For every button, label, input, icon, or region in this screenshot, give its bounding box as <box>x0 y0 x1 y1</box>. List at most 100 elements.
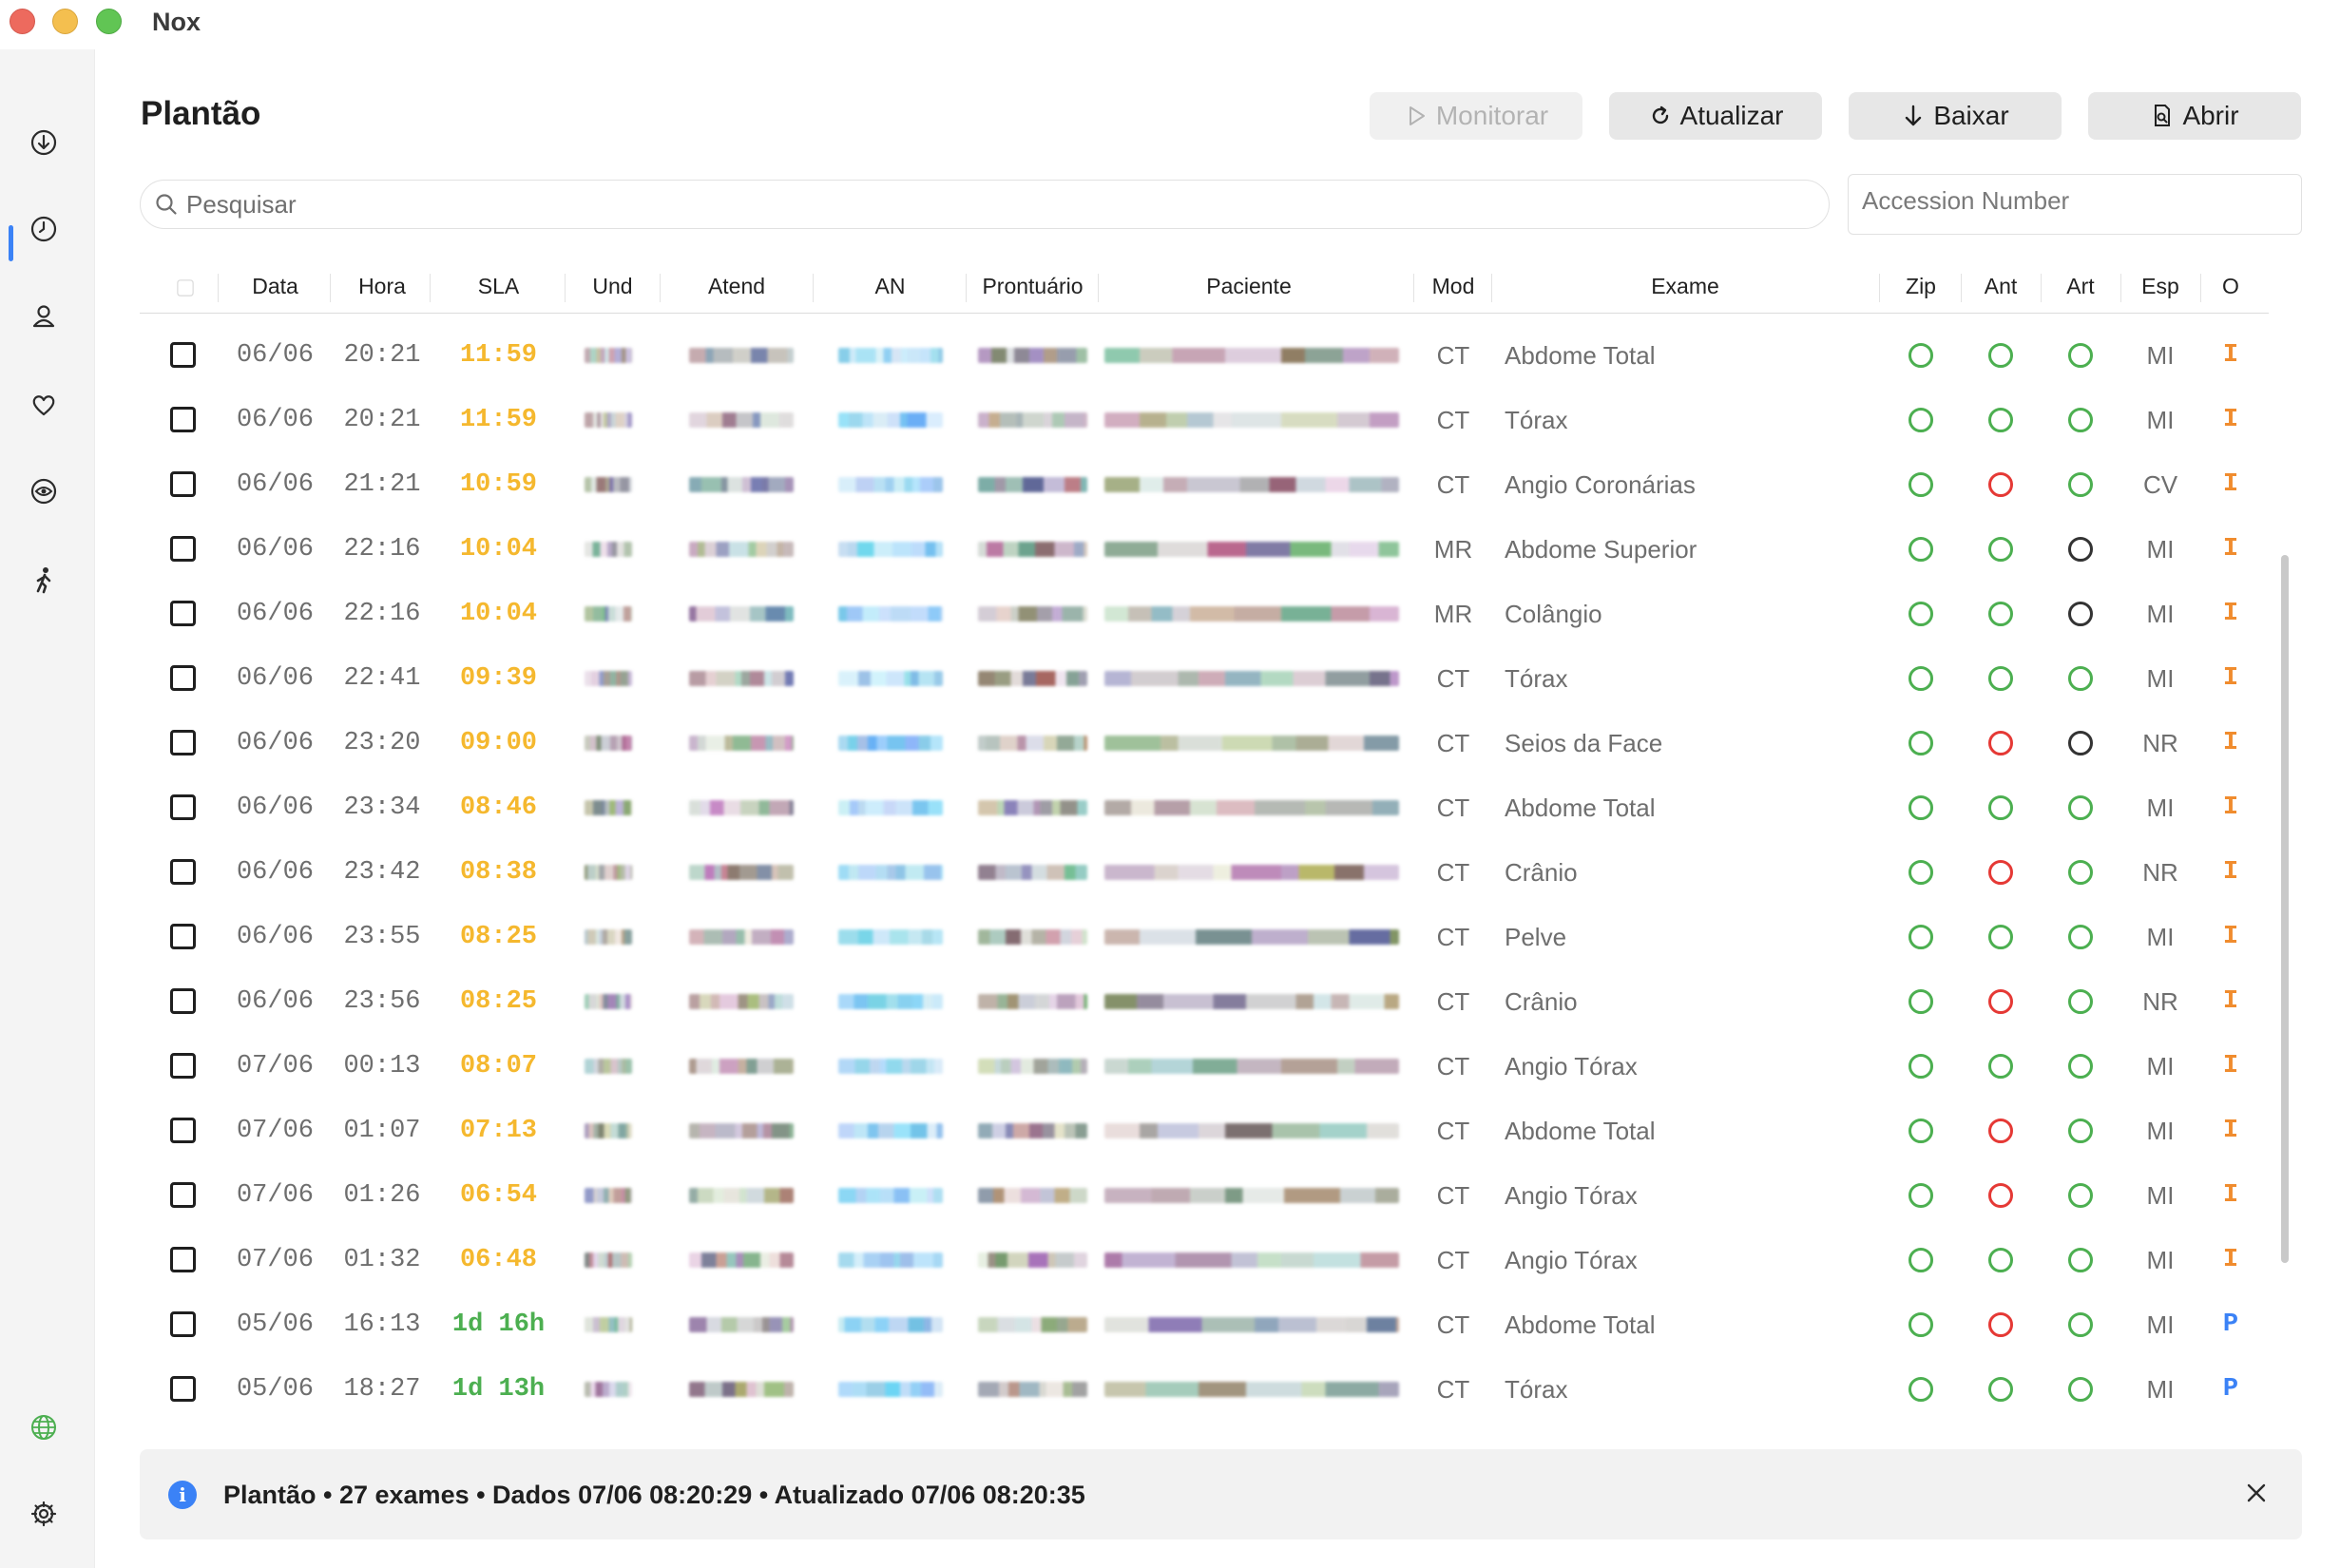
art-status-icon[interactable] <box>2068 1312 2093 1337</box>
previous-exams-status-icon[interactable] <box>1988 860 2013 885</box>
zip-status-icon[interactable] <box>1908 989 1933 1014</box>
previous-exams-status-icon[interactable] <box>1988 925 2013 949</box>
art-status-icon[interactable] <box>2068 1377 2093 1402</box>
walking-icon[interactable] <box>27 563 61 597</box>
close-window-button[interactable] <box>10 9 35 34</box>
row-checkbox[interactable] <box>170 988 196 1014</box>
previous-exams-status-icon[interactable] <box>1988 1119 2013 1143</box>
previous-exams-status-icon[interactable] <box>1988 666 2013 691</box>
previous-exams-status-icon[interactable] <box>1988 408 2013 432</box>
table-row[interactable]: 06/06 22:16 10:04 MR Abdome Superior MI I <box>140 517 2269 582</box>
table-row[interactable]: 06/06 23:20 09:00 CT Seios da Face NR I <box>140 711 2269 775</box>
row-checkbox[interactable] <box>170 471 196 497</box>
previous-exams-status-icon[interactable] <box>1988 1312 2013 1337</box>
previous-exams-status-icon[interactable] <box>1988 731 2013 755</box>
zip-status-icon[interactable] <box>1908 1377 1933 1402</box>
column-header-esp[interactable]: Esp <box>2122 274 2198 299</box>
art-status-icon[interactable] <box>2068 860 2093 885</box>
row-checkbox[interactable] <box>170 407 196 432</box>
row-checkbox[interactable] <box>170 924 196 949</box>
row-checkbox[interactable] <box>170 342 196 368</box>
zip-status-icon[interactable] <box>1908 343 1933 368</box>
row-checkbox[interactable] <box>170 859 196 885</box>
column-header-an[interactable]: AN <box>816 274 964 299</box>
row-checkbox[interactable] <box>170 1118 196 1143</box>
art-status-icon[interactable] <box>2068 537 2093 562</box>
table-row[interactable]: 06/06 23:34 08:46 CT Abdome Total MI I <box>140 775 2269 840</box>
art-status-icon[interactable] <box>2068 602 2093 626</box>
row-checkbox[interactable] <box>170 730 196 755</box>
table-row[interactable]: 06/06 20:21 11:59 CT Tórax MI I <box>140 388 2269 452</box>
column-header-paciente[interactable]: Paciente <box>1102 274 1396 299</box>
column-header-origin[interactable]: O <box>2202 274 2259 299</box>
column-header-atend[interactable]: Atend <box>662 274 811 299</box>
column-header-hora[interactable]: Hora <box>335 274 430 299</box>
table-row[interactable]: 06/06 20:21 11:59 CT Abdome Total MI I <box>140 323 2269 388</box>
table-row[interactable]: 06/06 21:21 10:59 CT Angio Coronárias CV I <box>140 452 2269 517</box>
row-checkbox[interactable] <box>170 665 196 691</box>
table-row[interactable]: 07/06 01:07 07:13 CT Abdome Total MI I <box>140 1099 2269 1163</box>
previous-exams-status-icon[interactable] <box>1988 537 2013 562</box>
minimize-window-button[interactable] <box>52 9 78 34</box>
column-header-sla[interactable]: SLA <box>434 274 563 299</box>
open-button[interactable]: Abrir <box>2088 92 2301 140</box>
zip-status-icon[interactable] <box>1908 731 1933 755</box>
heart-icon[interactable] <box>27 388 61 422</box>
zip-status-icon[interactable] <box>1908 795 1933 820</box>
row-checkbox[interactable] <box>170 1247 196 1272</box>
column-header-prontuario[interactable]: Prontuário <box>969 274 1097 299</box>
table-row[interactable]: 06/06 23:55 08:25 CT Pelve MI I <box>140 905 2269 969</box>
table-row[interactable]: 07/06 01:32 06:48 CT Angio Tórax MI I <box>140 1228 2269 1292</box>
column-header-exame[interactable]: Exame <box>1495 274 1875 299</box>
monitor-button[interactable]: Monitorar <box>1370 92 1582 140</box>
table-row[interactable]: 06/06 23:42 08:38 CT Crânio NR I <box>140 840 2269 905</box>
row-checkbox[interactable] <box>170 1311 196 1337</box>
gear-icon[interactable] <box>27 1497 61 1531</box>
download-icon[interactable] <box>27 125 61 160</box>
art-status-icon[interactable] <box>2068 1119 2093 1143</box>
art-status-icon[interactable] <box>2068 989 2093 1014</box>
row-checkbox[interactable] <box>170 794 196 820</box>
search-field[interactable] <box>140 180 1830 229</box>
row-checkbox[interactable] <box>170 1182 196 1208</box>
previous-exams-status-icon[interactable] <box>1988 602 2013 626</box>
zip-status-icon[interactable] <box>1908 1183 1933 1208</box>
download-button[interactable]: Baixar <box>1849 92 2062 140</box>
zip-status-icon[interactable] <box>1908 408 1933 432</box>
row-checkbox[interactable] <box>170 1053 196 1079</box>
user-icon[interactable] <box>27 299 61 334</box>
previous-exams-status-icon[interactable] <box>1988 472 2013 497</box>
art-status-icon[interactable] <box>2068 1054 2093 1079</box>
zip-status-icon[interactable] <box>1908 1054 1933 1079</box>
search-input[interactable] <box>186 189 1802 220</box>
table-row[interactable]: 07/06 00:13 08:07 CT Angio Tórax MI I <box>140 1034 2269 1099</box>
table-row[interactable]: 06/06 23:56 08:25 CT Crânio NR I <box>140 969 2269 1034</box>
column-header-mod[interactable]: Mod <box>1417 274 1489 299</box>
zip-status-icon[interactable] <box>1908 1312 1933 1337</box>
art-status-icon[interactable] <box>2068 731 2093 755</box>
table-row[interactable]: 05/06 16:13 1d 16h CT Abdome Total MI P <box>140 1292 2269 1357</box>
row-checkbox[interactable] <box>170 1376 196 1402</box>
zip-status-icon[interactable] <box>1908 602 1933 626</box>
art-status-icon[interactable] <box>2068 666 2093 691</box>
eye-icon[interactable] <box>27 474 61 508</box>
column-header-data[interactable]: Data <box>225 274 325 299</box>
row-checkbox[interactable] <box>170 601 196 626</box>
art-status-icon[interactable] <box>2068 472 2093 497</box>
zip-status-icon[interactable] <box>1908 472 1933 497</box>
previous-exams-status-icon[interactable] <box>1988 343 2013 368</box>
art-status-icon[interactable] <box>2068 1248 2093 1272</box>
zip-status-icon[interactable] <box>1908 1248 1933 1272</box>
art-status-icon[interactable] <box>2068 343 2093 368</box>
column-header-zip[interactable]: Zip <box>1883 274 1959 299</box>
table-row[interactable]: 05/06 18:27 1d 13h CT Tórax MI P <box>140 1357 2269 1406</box>
select-all-header[interactable]: ▢ <box>166 274 204 299</box>
art-status-icon[interactable] <box>2068 1183 2093 1208</box>
clock-icon[interactable] <box>27 212 61 246</box>
globe-icon[interactable] <box>27 1410 61 1444</box>
previous-exams-status-icon[interactable] <box>1988 795 2013 820</box>
column-header-und[interactable]: Und <box>567 274 658 299</box>
zip-status-icon[interactable] <box>1908 925 1933 949</box>
zip-status-icon[interactable] <box>1908 666 1933 691</box>
table-row[interactable]: 06/06 22:16 10:04 MR Colângio MI I <box>140 582 2269 646</box>
